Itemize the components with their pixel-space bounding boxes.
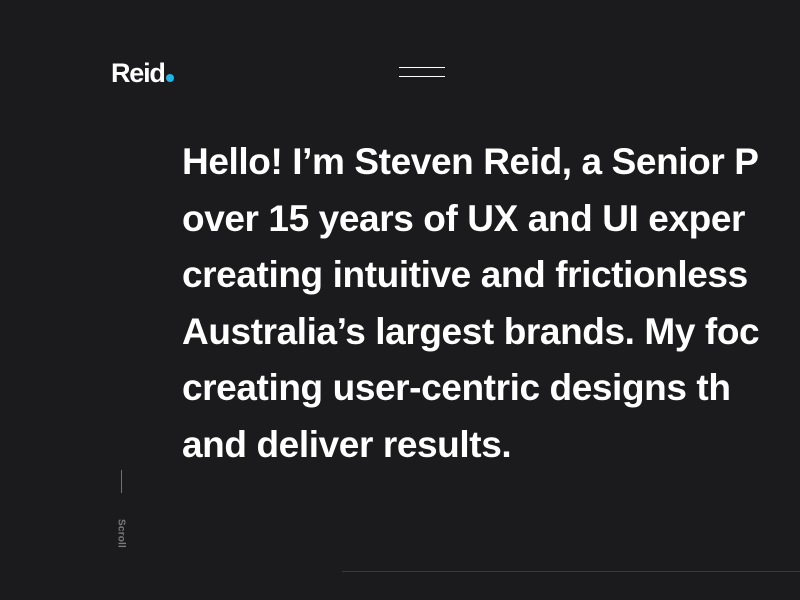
menu-button[interactable] — [396, 62, 448, 84]
logo-link[interactable]: Reid — [111, 60, 174, 87]
menu-line-top — [399, 67, 445, 68]
page: Reid Hello! I’m Steven Reid, a Senior P … — [0, 0, 800, 600]
intro-line: creating intuitive and frictionless — [182, 254, 748, 295]
intro-line: creating user-centric designs th — [182, 367, 731, 408]
scroll-label[interactable]: Scroll — [116, 517, 127, 551]
logo-text: Reid — [111, 58, 166, 88]
section-divider — [342, 571, 800, 572]
logo-dot-icon — [165, 74, 174, 82]
intro-heading: Hello! I’m Steven Reid, a Senior P over … — [182, 134, 800, 473]
intro-line: Australia’s largest brands. My foc — [182, 310, 760, 352]
scroll-indicator-line — [121, 470, 122, 493]
intro-line: over 15 years of UX and UI exper — [182, 197, 746, 239]
intro-line: and deliver results. — [182, 423, 512, 465]
menu-line-bottom — [399, 76, 445, 77]
intro-line: Hello! I’m Steven Reid, a Senior P — [182, 141, 759, 182]
